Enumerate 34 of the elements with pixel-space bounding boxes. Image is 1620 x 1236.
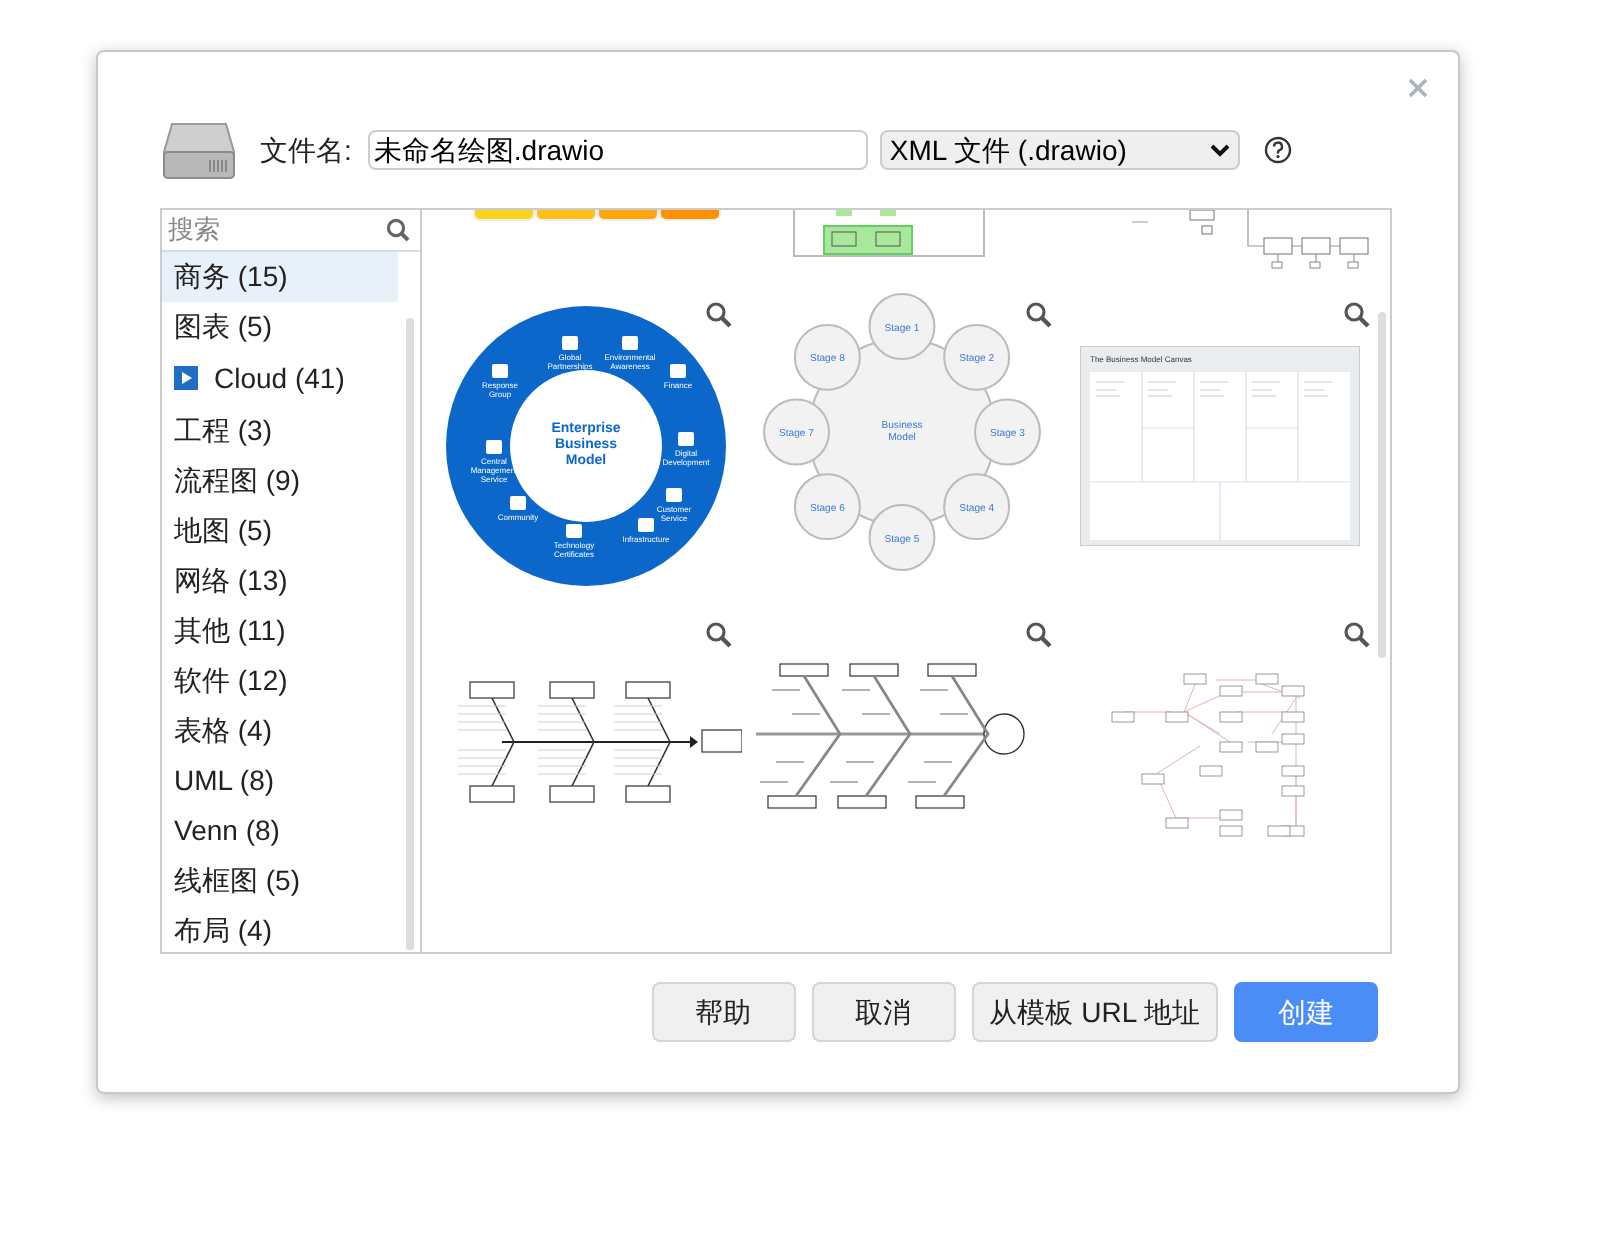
- dialog-button[interactable]: 从模板 URL 地址: [971, 982, 1218, 1042]
- zoom-icon[interactable]: [706, 622, 733, 648]
- help-icon[interactable]: [1263, 136, 1292, 164]
- search-icon: [386, 217, 410, 242]
- dialog-button[interactable]: 取消: [811, 982, 956, 1042]
- category-item[interactable]: 软件 (12): [162, 655, 398, 705]
- category-item[interactable]: UML (8): [162, 755, 398, 805]
- category-item[interactable]: Venn (8): [162, 805, 398, 855]
- zoom-icon[interactable]: [1025, 622, 1052, 648]
- zoom-icon[interactable]: [1343, 302, 1370, 328]
- category-item[interactable]: 表格 (4): [162, 705, 398, 755]
- category-item[interactable]: 网络 (13): [162, 555, 398, 605]
- format-dropdown[interactable]: XML 文件 (.drawio): [879, 130, 1240, 170]
- scrollbar[interactable]: [406, 318, 414, 950]
- category-item[interactable]: 线框图 (5): [162, 855, 398, 905]
- zoom-icon[interactable]: [1343, 622, 1370, 648]
- category-item[interactable]: 布局 (4): [162, 905, 398, 955]
- dialog-button[interactable]: 帮助: [651, 982, 796, 1042]
- category-item[interactable]: 工程 (3): [162, 405, 398, 455]
- category-item[interactable]: 流程图 (9): [162, 455, 398, 505]
- hard-drive-icon: [162, 120, 236, 180]
- category-item[interactable]: 图表 (5): [162, 301, 398, 351]
- category-item[interactable]: 商务 (15): [162, 251, 398, 301]
- category-item[interactable]: 其他 (11): [162, 605, 398, 655]
- zoom-icon[interactable]: [706, 302, 733, 328]
- chevron-down-icon: [1209, 143, 1230, 157]
- scrollbar[interactable]: [1378, 312, 1386, 658]
- file-name-label: 文件名:: [260, 131, 352, 169]
- file-name-field[interactable]: 未命名绘图.drawio: [367, 130, 868, 170]
- category-item[interactable]: 地图 (5): [162, 505, 398, 555]
- category-item[interactable]: Cloud (41): [162, 351, 398, 405]
- search-field[interactable]: 搜索: [168, 210, 358, 249]
- cloud-category-icon: [174, 366, 198, 390]
- zoom-icon[interactable]: [1025, 302, 1052, 328]
